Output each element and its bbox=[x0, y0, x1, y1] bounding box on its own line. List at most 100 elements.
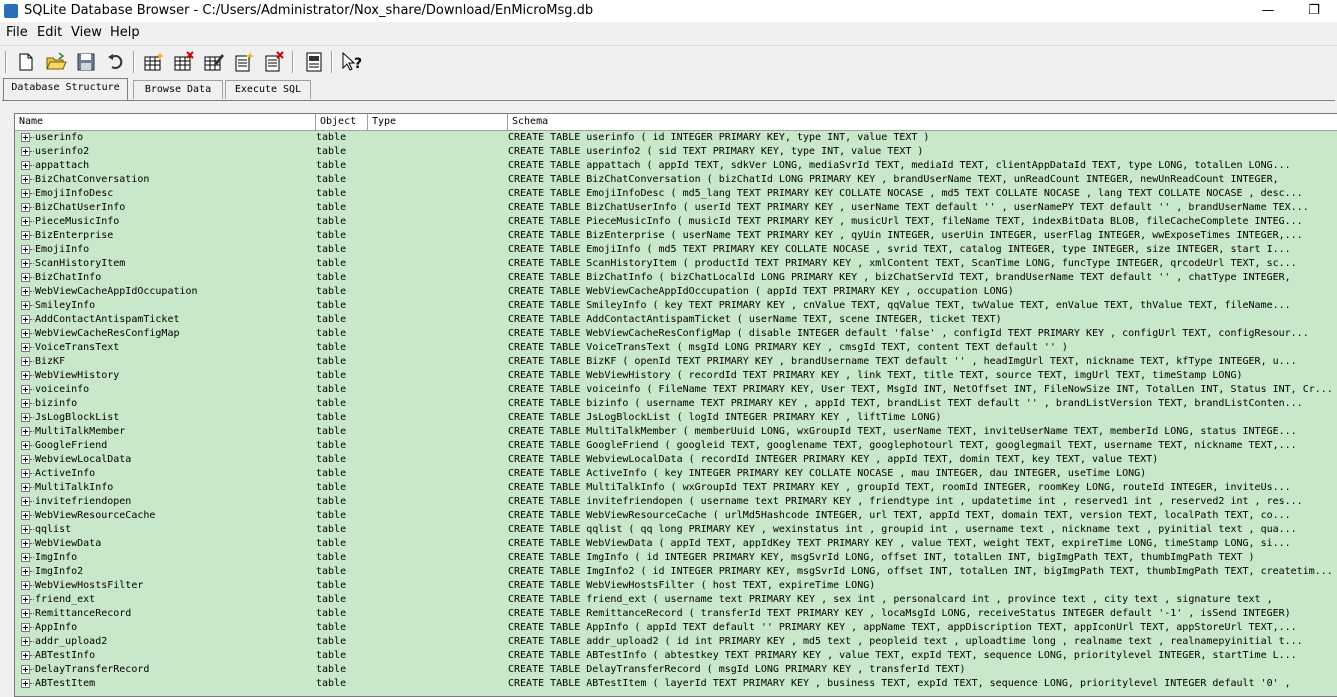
table-row[interactable]: BizChatUserInfo table CREATE TABLE BizChat… bbox=[15, 201, 1337, 215]
expand-icon[interactable] bbox=[21, 553, 30, 562]
table-row[interactable]: JsLogBlockList table CREATE TABLE JsLogBlo… bbox=[15, 411, 1337, 425]
expand-icon[interactable] bbox=[21, 133, 30, 142]
undo-icon[interactable] bbox=[104, 50, 128, 74]
create-table-icon[interactable] bbox=[142, 50, 166, 74]
delete-index-icon[interactable] bbox=[262, 50, 286, 74]
expand-icon[interactable] bbox=[21, 147, 30, 156]
modify-table-icon[interactable] bbox=[202, 50, 226, 74]
expand-icon[interactable] bbox=[21, 203, 30, 212]
table-row[interactable]: PieceMusicInfo table CREATE TABLE PieceMus… bbox=[15, 215, 1337, 229]
new-database-icon[interactable] bbox=[14, 50, 38, 74]
table-row[interactable]: AppInfo table CREATE TABLE AppInfo ( appId… bbox=[15, 621, 1337, 635]
table-row[interactable]: BizChatInfo table CREATE TABLE BizChatInfo… bbox=[15, 271, 1337, 285]
expand-icon[interactable] bbox=[21, 637, 30, 646]
expand-icon[interactable] bbox=[21, 665, 30, 674]
table-row[interactable]: voiceinfo table CREATE TABLE voiceinfo ( F… bbox=[15, 383, 1337, 397]
table-row[interactable]: WebViewHistory table CREATE TABLE WebViewH… bbox=[15, 369, 1337, 383]
expand-icon[interactable] bbox=[21, 567, 30, 576]
tab-browse-data[interactable]: Browse Data bbox=[133, 80, 223, 99]
table-row[interactable]: DelayTransferRecord table CREATE TABLE Del… bbox=[15, 663, 1337, 677]
expand-icon[interactable] bbox=[21, 175, 30, 184]
expand-icon[interactable] bbox=[21, 287, 30, 296]
column-header-type[interactable]: Type bbox=[368, 114, 508, 130]
open-database-icon[interactable] bbox=[44, 50, 68, 74]
tab-execute-sql[interactable]: Execute SQL bbox=[225, 80, 311, 99]
table-row[interactable]: WebViewData table CREATE TABLE WebViewData… bbox=[15, 537, 1337, 551]
expand-icon[interactable] bbox=[21, 343, 30, 352]
expand-icon[interactable] bbox=[21, 609, 30, 618]
table-row[interactable]: MultiTalkInfo table CREATE TABLE MultiTalk… bbox=[15, 481, 1337, 495]
expand-icon[interactable] bbox=[21, 273, 30, 282]
table-row[interactable]: qqlist table CREATE TABLE qqlist ( qq long… bbox=[15, 523, 1337, 537]
table-row[interactable]: addr_upload2 table CREATE TABLE addr_uploa… bbox=[15, 635, 1337, 649]
table-row[interactable]: ScanHistoryItem table CREATE TABLE ScanHis… bbox=[15, 257, 1337, 271]
expand-icon[interactable] bbox=[21, 413, 30, 422]
table-row[interactable]: ABTestItem table CREATE TABLE ABTestItem (… bbox=[15, 677, 1337, 691]
table-row[interactable]: ImgInfo table CREATE TABLE ImgInfo ( id IN… bbox=[15, 551, 1337, 565]
expand-icon[interactable] bbox=[21, 511, 30, 520]
table-row[interactable]: BizChatConversation table CREATE TABLE Biz… bbox=[15, 173, 1337, 187]
table-row[interactable]: SmileyInfo table CREATE TABLE SmileyInfo (… bbox=[15, 299, 1337, 313]
expand-icon[interactable] bbox=[21, 231, 30, 240]
expand-icon[interactable] bbox=[21, 301, 30, 310]
expand-icon[interactable] bbox=[21, 441, 30, 450]
tab-database-structure[interactable]: Database Structure bbox=[3, 78, 128, 100]
expand-icon[interactable] bbox=[21, 581, 30, 590]
expand-icon[interactable] bbox=[21, 217, 30, 226]
table-row[interactable]: friend_ext table CREATE TABLE friend_ext (… bbox=[15, 593, 1337, 607]
table-row[interactable]: BizKF table CREATE TABLE BizKF ( openId TE… bbox=[15, 355, 1337, 369]
expand-icon[interactable] bbox=[21, 245, 30, 254]
expand-icon[interactable] bbox=[21, 315, 30, 324]
minimize-button[interactable]: — bbox=[1245, 0, 1291, 22]
schema-tree[interactable]: Name Object Type Schema userinfo table CRE… bbox=[14, 113, 1337, 697]
expand-icon[interactable] bbox=[21, 371, 30, 380]
table-row[interactable]: appattach table CREATE TABLE appattach ( a… bbox=[15, 159, 1337, 173]
menu-help[interactable]: Help bbox=[110, 25, 140, 40]
column-header-name[interactable]: Name bbox=[15, 114, 316, 130]
expand-icon[interactable] bbox=[21, 469, 30, 478]
expand-icon[interactable] bbox=[21, 161, 30, 170]
log-icon[interactable] bbox=[302, 50, 326, 74]
expand-icon[interactable] bbox=[21, 427, 30, 436]
restore-button[interactable]: ❐ bbox=[1291, 0, 1337, 22]
column-header-schema[interactable]: Schema bbox=[508, 114, 1337, 130]
table-row[interactable]: EmojiInfo table CREATE TABLE EmojiInfo ( m… bbox=[15, 243, 1337, 257]
table-row[interactable]: GoogleFriend table CREATE TABLE GoogleFrie… bbox=[15, 439, 1337, 453]
table-row[interactable]: WebViewCacheResConfigMap table CREATE TABL… bbox=[15, 327, 1337, 341]
whats-this-icon[interactable]: ? bbox=[340, 50, 364, 74]
expand-icon[interactable] bbox=[21, 483, 30, 492]
expand-icon[interactable] bbox=[21, 259, 30, 268]
table-row[interactable]: AddContactAntispamTicket table CREATE TABL… bbox=[15, 313, 1337, 327]
expand-icon[interactable] bbox=[21, 189, 30, 198]
delete-table-icon[interactable] bbox=[172, 50, 196, 74]
expand-icon[interactable] bbox=[21, 539, 30, 548]
table-row[interactable]: WebviewLocalData table CREATE TABLE Webvie… bbox=[15, 453, 1337, 467]
table-row[interactable]: RemittanceRecord table CREATE TABLE Remitt… bbox=[15, 607, 1337, 621]
expand-icon[interactable] bbox=[21, 525, 30, 534]
table-row[interactable]: userinfo table CREATE TABLE userinfo ( id … bbox=[15, 131, 1337, 145]
menu-view[interactable]: View bbox=[71, 25, 102, 40]
expand-icon[interactable] bbox=[21, 399, 30, 408]
table-row[interactable]: ActiveInfo table CREATE TABLE ActiveInfo (… bbox=[15, 467, 1337, 481]
table-row[interactable]: MultiTalkMember table CREATE TABLE MultiTa… bbox=[15, 425, 1337, 439]
save-icon[interactable] bbox=[74, 50, 98, 74]
table-row[interactable]: WebViewHostsFilter table CREATE TABLE WebV… bbox=[15, 579, 1337, 593]
table-row[interactable]: userinfo2 table CREATE TABLE userinfo2 ( s… bbox=[15, 145, 1337, 159]
table-row[interactable]: WebViewResourceCache table CREATE TABLE We… bbox=[15, 509, 1337, 523]
table-row[interactable]: ImgInfo2 table CREATE TABLE ImgInfo2 ( id … bbox=[15, 565, 1337, 579]
expand-icon[interactable] bbox=[21, 385, 30, 394]
table-row[interactable]: EmojiInfoDesc table CREATE TABLE EmojiInfo… bbox=[15, 187, 1337, 201]
table-row[interactable]: WebViewCacheAppIdOccupation table CREATE T… bbox=[15, 285, 1337, 299]
menu-edit[interactable]: Edit bbox=[37, 25, 62, 40]
expand-icon[interactable] bbox=[21, 651, 30, 660]
column-header-object[interactable]: Object bbox=[316, 114, 368, 130]
table-row[interactable]: bizinfo table CREATE TABLE bizinfo ( usern… bbox=[15, 397, 1337, 411]
expand-icon[interactable] bbox=[21, 357, 30, 366]
table-row[interactable]: invitefriendopen table CREATE TABLE invite… bbox=[15, 495, 1337, 509]
table-row[interactable]: BizEnterprise table CREATE TABLE BizEnterp… bbox=[15, 229, 1337, 243]
table-row[interactable]: ABTestInfo table CREATE TABLE ABTestInfo (… bbox=[15, 649, 1337, 663]
expand-icon[interactable] bbox=[21, 329, 30, 338]
create-index-icon[interactable] bbox=[232, 50, 256, 74]
expand-icon[interactable] bbox=[21, 679, 30, 688]
expand-icon[interactable] bbox=[21, 455, 30, 464]
